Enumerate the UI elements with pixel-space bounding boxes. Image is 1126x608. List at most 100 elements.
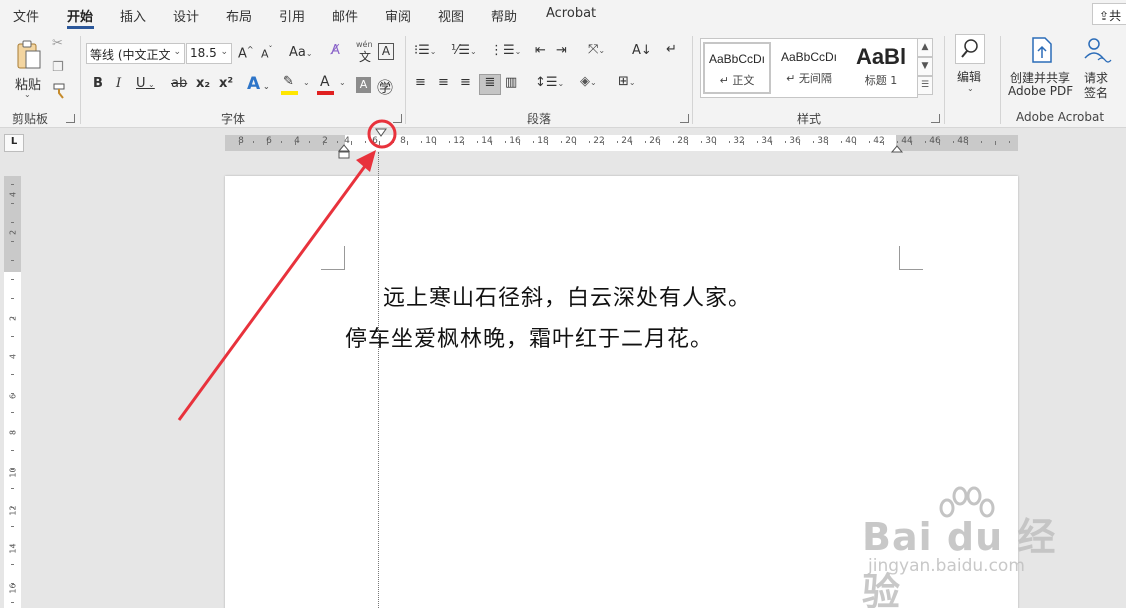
align-center-icon[interactable]: ≡ xyxy=(438,75,449,90)
style-heading-1[interactable]: AaBl 标题 1 xyxy=(847,42,915,94)
italic-button[interactable]: I xyxy=(116,76,121,91)
grow-font-button[interactable]: A^ xyxy=(238,45,254,61)
chinese-layout-button[interactable]: ⤧⌄ xyxy=(588,42,605,57)
ruler-number: 2 xyxy=(8,315,18,322)
shrink-font-button[interactable]: Aˇ xyxy=(261,45,273,61)
ruler-number: 4 xyxy=(8,191,18,198)
tab-insert[interactable]: 插入 xyxy=(120,6,146,25)
paragraph-launcher-icon[interactable] xyxy=(680,114,689,123)
tab-references[interactable]: 引用 xyxy=(279,6,305,25)
left-indent-marker[interactable] xyxy=(337,144,351,160)
clipboard-launcher-icon[interactable] xyxy=(66,114,75,123)
change-case-button[interactable]: Aa⌄ xyxy=(289,45,313,60)
ruler-number: 2 xyxy=(8,229,18,236)
ruler-tick xyxy=(869,141,870,143)
tab-file[interactable]: 文件 xyxy=(13,6,39,25)
ruler-tick xyxy=(393,141,394,143)
font-size-select[interactable]: 18.5 ⌄ xyxy=(186,43,232,64)
phonetic-guide-button[interactable]: wén 文 xyxy=(355,40,373,64)
justify-icon[interactable]: ≣ xyxy=(479,74,501,95)
ruler-tick xyxy=(603,141,604,145)
tab-review[interactable]: 审阅 xyxy=(385,6,411,25)
superscript-button[interactable]: x² xyxy=(219,76,233,91)
styles-launcher-icon[interactable] xyxy=(931,114,940,123)
align-right-icon[interactable]: ≡ xyxy=(460,75,471,90)
ruler-tick xyxy=(981,141,982,143)
ruler-tick xyxy=(351,141,352,145)
poem-line-2[interactable]: 停车坐爱枫林晚，霜叶红于二月花。 xyxy=(345,321,713,353)
borders-button[interactable]: ⊞⌄ xyxy=(618,74,636,89)
group-divider xyxy=(405,36,406,124)
font-name-select[interactable]: 等线 (中文正文 ⌄ xyxy=(86,43,185,64)
character-shading-icon[interactable]: A xyxy=(356,77,371,93)
chevron-down-icon: ⌄ xyxy=(967,84,974,93)
paste-button[interactable]: 粘贴 ⌄ xyxy=(10,36,48,102)
sort-icon[interactable]: A↓ xyxy=(632,43,652,58)
tab-mailings[interactable]: 邮件 xyxy=(332,6,358,25)
decrease-indent-icon[interactable]: ⇤ xyxy=(535,43,546,58)
tab-help[interactable]: 帮助 xyxy=(491,6,517,25)
line-spacing-button[interactable]: ↕☰⌄ xyxy=(535,75,564,90)
create-share-pdf-button[interactable]: 创建并共享 Adobe PDF xyxy=(1004,36,1076,100)
ruler-tick xyxy=(267,141,268,145)
shading-button[interactable]: ◈⌄ xyxy=(580,74,597,89)
copy-icon[interactable]: ❐ xyxy=(52,60,64,75)
ruler-tick xyxy=(11,336,14,337)
tab-view[interactable]: 视图 xyxy=(438,6,464,25)
ruler-tick xyxy=(11,260,14,261)
ruler-tick xyxy=(337,141,338,143)
ruler-tick xyxy=(323,141,324,145)
gallery-more-icon[interactable]: ☰ xyxy=(917,76,933,95)
numbering-button[interactable]: ⅟☰⌄ xyxy=(451,43,477,58)
increase-indent-icon[interactable]: ⇥ xyxy=(556,43,567,58)
subscript-button[interactable]: x₂ xyxy=(196,76,210,91)
font-launcher-icon[interactable] xyxy=(393,114,402,123)
tab-acrobat[interactable]: Acrobat xyxy=(546,6,596,21)
bold-button[interactable]: B xyxy=(93,76,103,91)
tab-selector[interactable]: L xyxy=(4,134,24,152)
cut-icon[interactable]: ✂ xyxy=(52,36,63,51)
text-effects-button[interactable]: A ⌄ xyxy=(247,74,270,94)
clear-formatting-icon[interactable]: A̸ xyxy=(331,43,340,58)
vertical-ruler[interactable]: 4 2 2 4 6 8 10 12 14 16 xyxy=(4,176,21,608)
distributed-icon[interactable]: ▥ xyxy=(505,75,517,90)
first-line-indent-marker[interactable] xyxy=(374,127,388,139)
request-signature-button[interactable]: 请求 签名 xyxy=(1080,36,1116,100)
enclose-characters-icon[interactable]: ㊫ xyxy=(377,74,393,98)
gallery-scroll-down-icon[interactable]: ▼ xyxy=(917,57,933,76)
ruler-tick xyxy=(11,583,14,584)
ruler-tick xyxy=(785,141,786,143)
character-border-icon[interactable]: A xyxy=(378,43,394,60)
ruler-tick xyxy=(281,141,282,143)
ruler-tick xyxy=(11,469,14,470)
ruler-tick xyxy=(631,141,632,145)
ruler-tick xyxy=(589,141,590,143)
share-button[interactable]: ⇪共 xyxy=(1092,3,1126,25)
strikethrough-button[interactable]: ab xyxy=(171,76,187,91)
right-indent-marker[interactable] xyxy=(890,144,904,154)
style-no-spacing[interactable]: AaBbCcDı ↵ 无间隔 xyxy=(775,42,843,94)
tab-design[interactable]: 设计 xyxy=(173,6,199,25)
ruler-tick xyxy=(939,141,940,145)
ruler-tick xyxy=(729,141,730,143)
top-left-crop-mark xyxy=(321,246,345,270)
highlight-color-button[interactable]: ✎ ⌄ xyxy=(281,74,311,96)
poem-line-1[interactable]: 远上寒山石径斜，白云深处有人家。 xyxy=(383,280,751,312)
multilevel-list-button[interactable]: ⋮☰⌄ xyxy=(490,43,521,58)
ruler-tick xyxy=(11,507,14,508)
gallery-scroll-up-icon[interactable]: ▲ xyxy=(917,38,933,57)
bullets-button[interactable]: ⁝☰⌄ xyxy=(414,43,437,58)
ruler-tick xyxy=(421,141,422,143)
tab-home[interactable]: 开始 xyxy=(67,6,93,25)
font-color-button[interactable]: A ⌄ xyxy=(317,74,347,96)
show-marks-icon[interactable]: ↵ xyxy=(666,42,677,57)
format-painter-icon[interactable] xyxy=(51,82,69,100)
align-left-icon[interactable]: ≡ xyxy=(415,75,426,90)
editing-button[interactable]: 编辑 ⌄ xyxy=(953,34,989,100)
ruler-number: 4 xyxy=(8,353,18,360)
style-normal[interactable]: AaBbCcDı ↵ 正文 xyxy=(703,42,771,94)
tab-layout[interactable]: 布局 xyxy=(226,6,252,25)
underline-button[interactable]: U ⌄ xyxy=(136,76,155,91)
ruler-tick xyxy=(841,141,842,143)
ruler-tick xyxy=(11,602,14,603)
